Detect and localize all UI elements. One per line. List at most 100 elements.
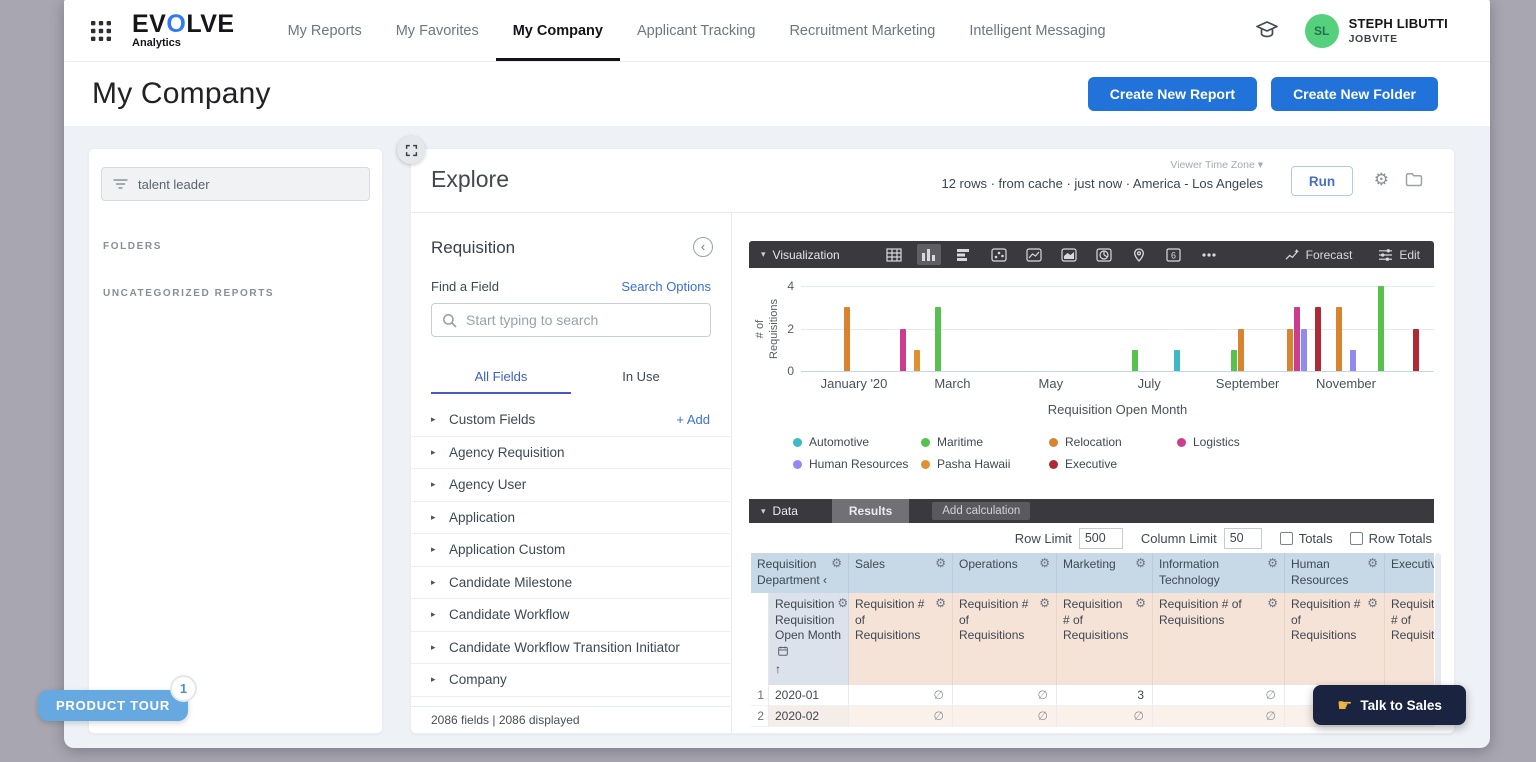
add-custom-field-link[interactable]: + Add <box>676 412 710 427</box>
explore-gear-icon[interactable]: ⚙ <box>1374 171 1389 188</box>
field-group-application[interactable]: ▸Application <box>411 502 730 535</box>
pie-chart-icon[interactable] <box>1092 244 1116 265</box>
visualization-section-toggle[interactable]: ▾ Visualization <box>761 248 840 262</box>
table-icon[interactable] <box>882 244 906 265</box>
gear-icon[interactable]: ⚙ <box>1039 597 1050 644</box>
search-options-link[interactable]: Search Options <box>621 279 711 294</box>
legend-item-automotive[interactable]: Automotive <box>793 435 921 449</box>
y-tick-label: 2 <box>779 322 794 336</box>
field-group-candidate-workflow-transition-initiator[interactable]: ▸Candidate Workflow Transition Initiator <box>411 632 730 665</box>
collapse-panel-button[interactable]: ‹ <box>693 237 713 257</box>
measure-label: Requisition # of Requisitions <box>855 597 932 644</box>
row-totals-label: Row Totals <box>1369 531 1432 546</box>
value-cell[interactable]: ∅ <box>1153 685 1285 706</box>
field-group-application-custom[interactable]: ▸Application Custom <box>411 534 730 567</box>
tab-all-fields[interactable]: All Fields <box>431 363 571 394</box>
run-button[interactable]: Run <box>1291 166 1353 196</box>
nav-item-my-favorites[interactable]: My Favorites <box>379 0 496 61</box>
field-group-compliance[interactable]: ▸Compliance <box>411 697 730 707</box>
create-new-report-button[interactable]: Create New Report <box>1088 77 1257 111</box>
gear-icon[interactable]: ⚙ <box>1135 557 1146 573</box>
scatter-icon[interactable] <box>987 244 1011 265</box>
gear-icon[interactable]: ⚙ <box>1267 557 1278 588</box>
row-limit-input[interactable] <box>1079 528 1123 549</box>
forecast-button[interactable]: Forecast <box>1285 248 1353 262</box>
field-group-company[interactable]: ▸Company <box>411 664 730 697</box>
sidebar-section-folders[interactable]: FOLDERS <box>103 241 162 252</box>
line-chart-icon[interactable] <box>1022 244 1046 265</box>
column-limit-input[interactable] <box>1224 528 1262 549</box>
folder-icon[interactable] <box>1405 172 1423 187</box>
field-group-agency-user[interactable]: ▸Agency User <box>411 469 730 502</box>
bar-chart-icon[interactable] <box>917 244 941 265</box>
create-new-folder-button[interactable]: Create New Folder <box>1271 77 1438 111</box>
add-calculation-button[interactable]: Add calculation <box>932 502 1030 520</box>
sidebar-search-input[interactable]: talent leader <box>101 167 370 201</box>
dimension-cell[interactable]: 2020-02 <box>769 706 849 727</box>
gear-icon[interactable]: ⚙ <box>935 597 946 644</box>
legend-item-human-resources[interactable]: Human Resources <box>793 457 921 471</box>
value-cell[interactable]: ∅ <box>1057 706 1153 727</box>
value-cell[interactable]: 3 <box>1057 685 1153 706</box>
gear-icon[interactable]: ⚙ <box>837 597 848 613</box>
single-value-icon[interactable]: 6 <box>1162 244 1186 265</box>
talk-to-sales-button[interactable]: ☛ Talk to Sales <box>1313 685 1466 725</box>
table-header-row-departments: Requisition Department ‹⚙Sales⚙Operation… <box>751 553 1434 593</box>
legend-item-maritime[interactable]: Maritime <box>921 435 1049 449</box>
legend-item-logistics[interactable]: Logistics <box>1177 435 1305 449</box>
field-group-candidate-milestone[interactable]: ▸Candidate Milestone <box>411 567 730 600</box>
area-chart-icon[interactable] <box>1057 244 1081 265</box>
row-number-cell: 2 <box>751 706 769 727</box>
viewer-timezone[interactable]: Viewer Time Zone ▾ <box>941 159 1263 171</box>
gear-icon[interactable]: ⚙ <box>935 557 946 573</box>
pivot-col-label: Operations <box>959 557 1018 573</box>
row-limit-label: Row Limit <box>1015 531 1072 546</box>
user-menu[interactable]: SL STEPH LIBUTTI JOBVITE <box>1305 14 1448 48</box>
nav-item-recruitment-marketing[interactable]: Recruitment Marketing <box>772 0 952 61</box>
gear-icon[interactable]: ⚙ <box>1267 597 1278 628</box>
nav-item-intelligent-messaging[interactable]: Intelligent Messaging <box>952 0 1122 61</box>
product-tour-button[interactable]: PRODUCT TOUR <box>38 690 188 721</box>
gear-icon[interactable]: ⚙ <box>1135 597 1146 644</box>
field-group-agency-requisition[interactable]: ▸Agency Requisition <box>411 437 730 470</box>
data-section-toggle[interactable]: ▾ Data <box>761 504 798 518</box>
field-search-input[interactable] <box>466 312 700 328</box>
expand-button[interactable] <box>397 136 425 164</box>
gear-icon[interactable]: ⚙ <box>831 557 842 588</box>
row-totals-checkbox[interactable] <box>1350 532 1363 545</box>
apps-grid-icon[interactable] <box>90 20 112 42</box>
legend-item-relocation[interactable]: Relocation <box>1049 435 1177 449</box>
sort-field-header[interactable]: Requisition⚙Requisition Open Month↑ <box>769 593 849 685</box>
nav-item-applicant-tracking[interactable]: Applicant Tracking <box>620 0 772 61</box>
nav-item-my-company[interactable]: My Company <box>496 0 620 61</box>
sort-asc-icon[interactable]: ↑ <box>775 662 842 678</box>
results-tab[interactable]: Results <box>832 499 909 523</box>
tab-in-use[interactable]: In Use <box>571 363 711 394</box>
field-group-candidate-workflow[interactable]: ▸Candidate Workflow <box>411 599 730 632</box>
pivot-col-marketing: Marketing⚙ <box>1057 553 1153 593</box>
map-pin-icon[interactable] <box>1127 244 1151 265</box>
learning-cap-icon[interactable] <box>1255 20 1279 42</box>
value-cell[interactable]: ∅ <box>953 685 1057 706</box>
sidebar-section-uncategorized[interactable]: UNCATEGORIZED REPORTS <box>103 288 274 299</box>
nav-item-my-reports[interactable]: My Reports <box>271 0 379 61</box>
more-icon[interactable] <box>1197 244 1221 265</box>
totals-checkbox[interactable] <box>1280 532 1293 545</box>
value-cell[interactable]: ∅ <box>849 706 953 727</box>
value-cell[interactable]: ∅ <box>953 706 1057 727</box>
legend-item-executive[interactable]: Executive <box>1049 457 1177 471</box>
gear-icon[interactable]: ⚙ <box>1367 597 1378 644</box>
legend-item-pasha-hawaii[interactable]: Pasha Hawaii <box>921 457 1049 471</box>
field-group-custom-fields[interactable]: ▸Custom Fields+ Add <box>411 404 730 437</box>
gear-icon[interactable]: ⚙ <box>1367 557 1378 588</box>
edit-button[interactable]: Edit <box>1378 248 1420 262</box>
value-cell[interactable]: ∅ <box>1153 706 1285 727</box>
bar-relocation-2020-10 <box>1287 329 1293 372</box>
svg-text:6: 6 <box>1171 250 1176 260</box>
horizontal-bar-chart-icon[interactable] <box>952 244 976 265</box>
gear-icon[interactable]: ⚙ <box>1039 557 1050 573</box>
field-group-label: Company <box>449 672 507 687</box>
evolve-logo[interactable]: EVOLVE Analytics <box>132 12 235 49</box>
value-cell[interactable]: ∅ <box>849 685 953 706</box>
dimension-cell[interactable]: 2020-01 <box>769 685 849 706</box>
